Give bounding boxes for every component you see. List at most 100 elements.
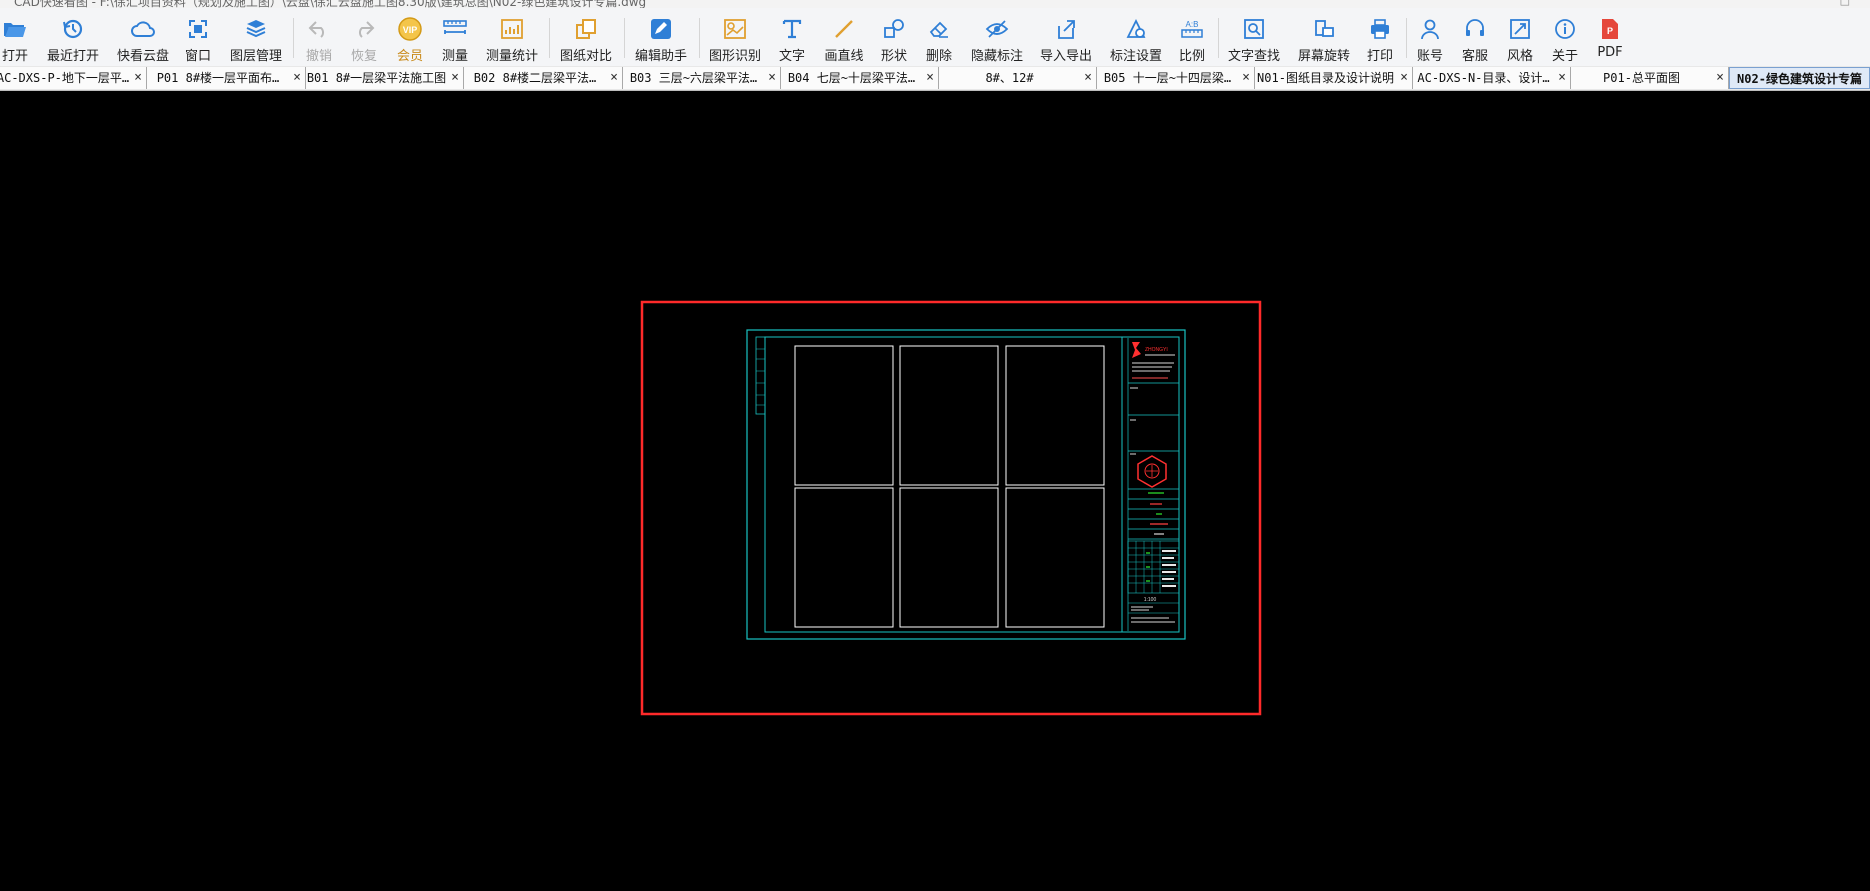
info-icon — [1552, 16, 1578, 42]
undo-button[interactable]: 撤销 — [302, 8, 336, 66]
tab-label: P01 8#楼一层平面布… — [156, 71, 280, 85]
toolbar-separator — [699, 18, 700, 58]
toolbar-label: 客服 — [1461, 49, 1488, 64]
company-logo-mark — [1132, 342, 1141, 358]
print-area-frame — [640, 300, 1262, 716]
measure-stats-button[interactable]: 测量统计 — [484, 8, 540, 66]
draw-line-button[interactable]: 画直线 — [822, 8, 866, 66]
drawing-canvas[interactable]: ZHONGYI 1:100 — [0, 91, 1870, 887]
redo-icon — [351, 16, 377, 42]
recent-clock-icon — [60, 16, 86, 42]
tab-document[interactable]: AC-DXS-N-目录、设计… × — [1413, 67, 1571, 89]
revision-table — [1127, 540, 1180, 594]
shapes-button[interactable]: 形状 — [879, 8, 909, 66]
drawing-panel — [794, 345, 894, 486]
cad-drawing: ZHONGYI 1:100 — [640, 300, 1262, 716]
toolbar-label: 文字查找 — [1227, 49, 1280, 64]
drawing-panel — [1005, 487, 1105, 628]
tab-document[interactable]: N01-图纸目录及设计说明 × — [1255, 67, 1413, 89]
shape-recognition-button[interactable]: 图形识别 — [707, 8, 763, 66]
toolbar-label: 最近打开 — [46, 49, 99, 64]
toolbar-label: 隐藏标注 — [970, 49, 1023, 64]
folder-open-icon — [2, 16, 28, 42]
toolbar-label: 屏幕旋转 — [1297, 49, 1350, 64]
shape-recognition-icon — [722, 16, 748, 42]
toolbar-label: 撤销 — [305, 49, 332, 64]
tab-close-icon[interactable]: × — [610, 67, 618, 89]
tab-document[interactable]: P01 8#楼一层平面布… × — [147, 67, 306, 89]
toolbar-label: 比例 — [1178, 49, 1205, 64]
toolbar-separator — [1406, 18, 1407, 58]
tab-close-icon[interactable]: × — [1400, 67, 1408, 89]
tab-document[interactable]: B04 七层~十层梁平法… × — [781, 67, 939, 89]
tab-label: N02-绿色建筑设计专篇 — [1737, 72, 1862, 86]
import-export-button[interactable]: 导入导出 — [1038, 8, 1094, 66]
tab-document[interactable]: 8#、12# × — [939, 67, 1097, 89]
toolbar-label: 快看云盘 — [116, 49, 169, 64]
about-button[interactable]: 关于 — [1550, 8, 1580, 66]
customer-service-button[interactable]: 客服 — [1460, 8, 1490, 66]
window-fit-button[interactable]: 窗口 — [183, 8, 213, 66]
text-search-button[interactable]: 文字查找 — [1226, 8, 1282, 66]
toolbar-label: 图层管理 — [229, 49, 282, 64]
drawing-compare-button[interactable]: 图纸对比 — [558, 8, 614, 66]
tab-document[interactable]: B01 8#一层梁平法施工图 × — [306, 67, 464, 89]
tab-close-icon[interactable]: × — [293, 67, 301, 89]
rotate-screen-button[interactable]: 屏幕旋转 — [1296, 8, 1352, 66]
delete-button[interactable]: 删除 — [924, 8, 954, 66]
tab-close-icon[interactable]: × — [134, 67, 142, 89]
tab-document[interactable]: AC-DXS-P-地下一层平… × — [0, 67, 147, 89]
scale-button[interactable]: A:B 比例 — [1177, 8, 1207, 66]
title-block-number: 1:100 — [1144, 597, 1157, 603]
recent-open-button[interactable]: 最近打开 — [45, 8, 101, 66]
tab-label: AC-DXS-N-目录、设计… — [1417, 71, 1550, 85]
edit-assistant-icon — [648, 16, 674, 42]
eraser-icon — [926, 16, 952, 42]
text-button[interactable]: 文字 — [777, 8, 807, 66]
tab-close-icon[interactable]: × — [451, 67, 459, 89]
layer-manager-button[interactable]: 图层管理 — [228, 8, 284, 66]
tab-close-icon[interactable]: × — [768, 67, 776, 89]
toolbar-separator — [549, 18, 550, 58]
cloud-icon — [130, 16, 156, 42]
vip-member-button[interactable]: VIP 会员 — [393, 8, 427, 66]
tab-document[interactable]: B05 十一层~十四层梁… × — [1097, 67, 1255, 89]
toolbar-label: 会员 — [396, 49, 423, 64]
annotation-settings-button[interactable]: 标注设置 — [1108, 8, 1164, 66]
tab-document-active[interactable]: N02-绿色建筑设计专篇 — [1729, 67, 1870, 89]
title-bar: CAD快速看图 - F:\徐汇项目资料（规划及施工图）\云盘\徐汇云盘施工图8.… — [0, 0, 1870, 8]
toolbar-label: 恢复 — [350, 49, 377, 64]
redo-button[interactable]: 恢复 — [347, 8, 381, 66]
tab-close-icon[interactable]: × — [1242, 67, 1250, 89]
tab-close-icon[interactable]: × — [1716, 67, 1724, 89]
toolbar-separator — [293, 18, 294, 58]
rotate-screen-icon — [1311, 16, 1337, 42]
ruler-icon — [442, 16, 468, 42]
pdf-button[interactable]: P PDF — [1595, 8, 1625, 66]
tab-label: B02 8#楼二层梁平法… — [473, 71, 597, 85]
restore-window-button[interactable]: □ — [1840, 0, 1850, 7]
cloud-disk-button[interactable]: 快看云盘 — [115, 8, 171, 66]
tab-document[interactable]: B02 8#楼二层梁平法… × — [464, 67, 623, 89]
tab-close-icon[interactable]: × — [1084, 67, 1092, 89]
undo-icon — [306, 16, 332, 42]
layers-icon — [243, 16, 269, 42]
tab-close-icon[interactable]: × — [926, 67, 934, 89]
account-button[interactable]: 账号 — [1415, 8, 1445, 66]
tab-document[interactable]: B03 三层~六层梁平法… × — [623, 67, 781, 89]
drawing-panel — [899, 487, 999, 628]
drawing-panel — [899, 345, 999, 486]
hide-annotation-button[interactable]: 隐藏标注 — [969, 8, 1025, 66]
measure-button[interactable]: 测量 — [438, 8, 472, 66]
text-tool-icon — [779, 16, 805, 42]
tab-close-icon[interactable]: × — [1558, 67, 1566, 89]
style-button[interactable]: 风格 — [1505, 8, 1535, 66]
open-button[interactable]: 打开 — [0, 8, 30, 66]
tab-document[interactable]: P01-总平面图 × — [1571, 67, 1729, 89]
tab-label: AC-DXS-P-地下一层平… — [0, 71, 130, 85]
drawing-panel — [794, 487, 894, 628]
tab-label: B01 8#一层梁平法施工图 — [306, 71, 447, 85]
print-button[interactable]: 打印 — [1365, 8, 1395, 66]
binding-strip — [755, 336, 766, 415]
edit-assistant-button[interactable]: 编辑助手 — [633, 8, 689, 66]
